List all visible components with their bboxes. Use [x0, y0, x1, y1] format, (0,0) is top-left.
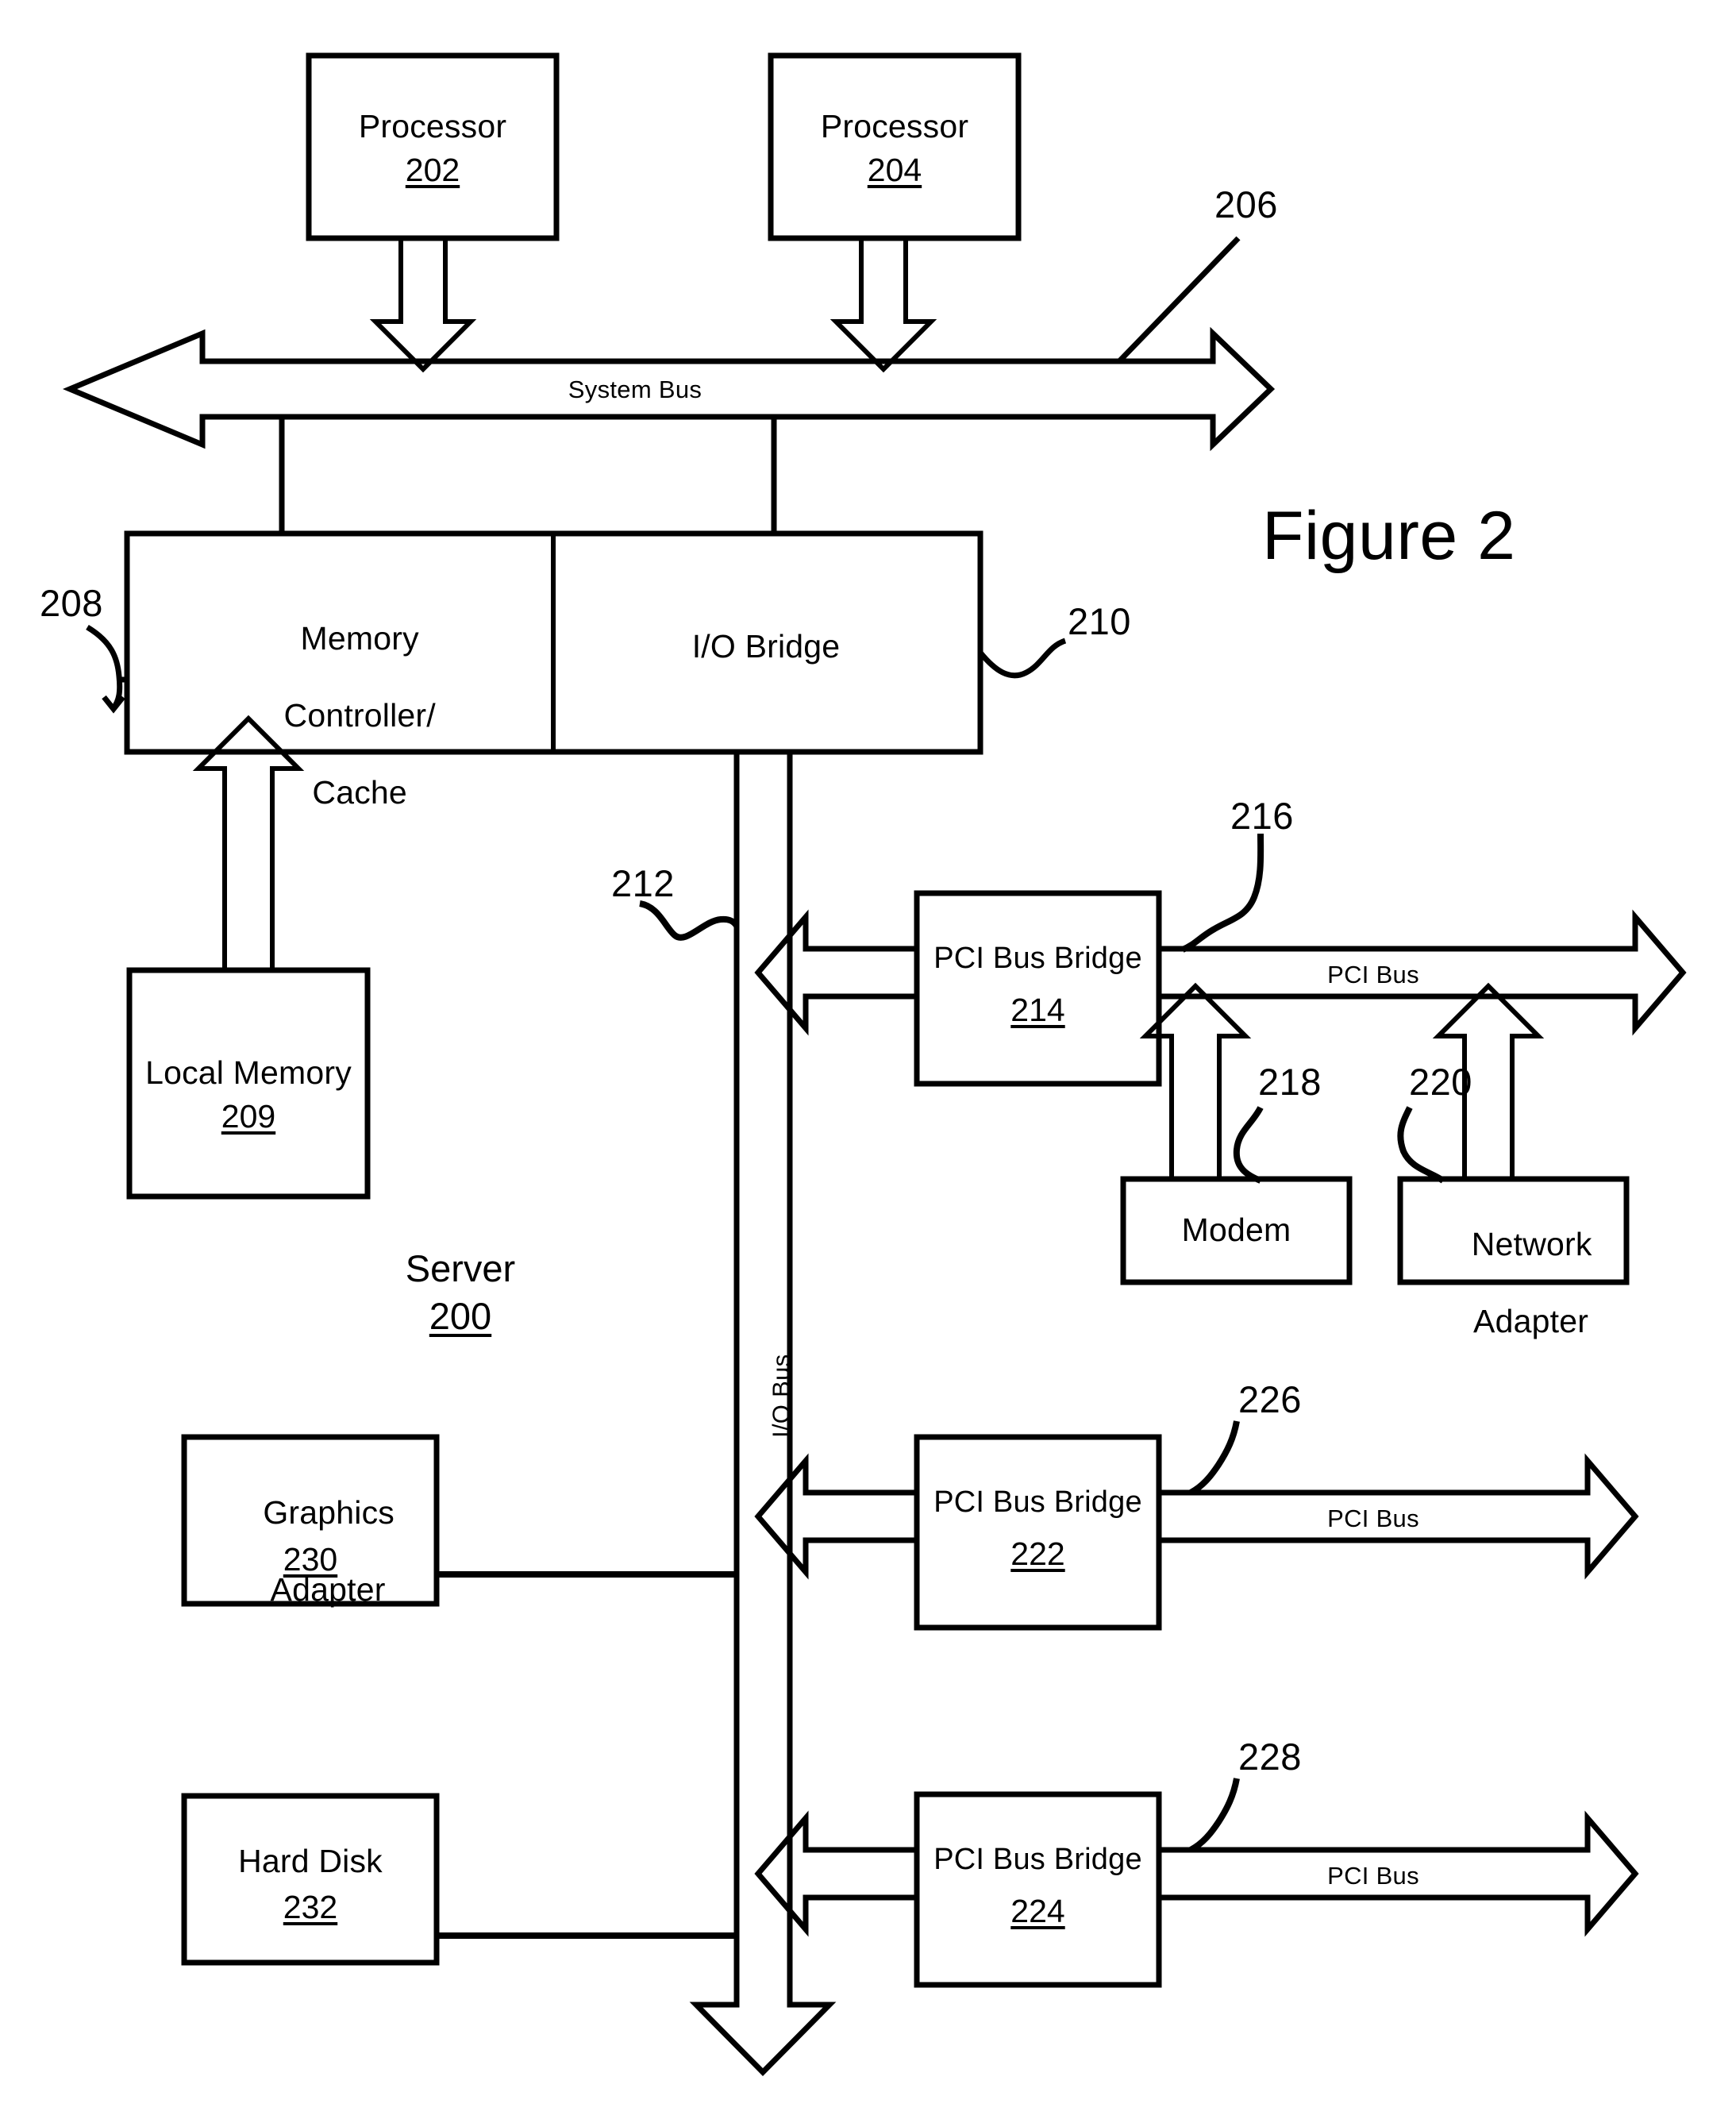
pci-bus-3-label: PCI Bus: [1327, 1862, 1419, 1890]
pci-bus-2-band: [754, 1453, 1639, 1580]
pci-bus-3-band: [754, 1810, 1639, 1937]
server-ref: 200: [429, 1295, 492, 1337]
hard-disk-label: Hard Disk: [238, 1843, 383, 1879]
local-memory-ref: 209: [221, 1098, 276, 1135]
leader-212: [638, 900, 740, 941]
leader-220: [1397, 1106, 1445, 1184]
processor-204-ref: 204: [867, 152, 922, 188]
pci-bus-2-label: PCI Bus: [1327, 1505, 1419, 1532]
leader-228: [1189, 1778, 1240, 1853]
callout-218: 218: [1258, 1061, 1322, 1103]
leader-218: [1233, 1106, 1264, 1184]
callout-216: 216: [1230, 795, 1294, 837]
leader-210: [978, 638, 1067, 679]
server-label: Server: [405, 1247, 516, 1289]
callout-210: 210: [1068, 600, 1131, 642]
callout-212: 212: [611, 862, 675, 904]
hard-disk-ref: 232: [283, 1889, 338, 1925]
pci-bus-bridge-222-ref: 222: [1010, 1535, 1065, 1572]
io-bus-label: I/O Bus: [767, 1354, 795, 1439]
netadapter-line-2: Adapter: [1473, 1303, 1589, 1340]
arrow-processor202-to-systembus: [369, 238, 477, 373]
processor-202-label: Processor: [358, 108, 507, 144]
callout-228: 228: [1238, 1736, 1302, 1778]
patent-figure-2: Processor 202 Processor 204 206 System B…: [0, 0, 1736, 2123]
processor-202-ref: 202: [405, 152, 460, 188]
memctl-line-2: Controller/: [283, 697, 436, 734]
leader-226: [1189, 1420, 1240, 1496]
pci-bus-bridge-222-box: [914, 1434, 1162, 1631]
callout-208: 208: [40, 582, 103, 624]
pci-bus-bridge-224-ref: 224: [1010, 1893, 1065, 1929]
leader-208: [86, 624, 123, 711]
system-bus-label: System Bus: [568, 376, 702, 403]
pci-bus-bridge-224-label: PCI Bus Bridge: [933, 1843, 1142, 1876]
graphics-adapter-ref: 230: [283, 1541, 338, 1578]
pci-bus-1-label: PCI Bus: [1327, 961, 1419, 988]
netadapter-line-1: Network: [1471, 1226, 1592, 1263]
pci-bus-bridge-214-box: [914, 890, 1162, 1087]
pci-bus-bridge-224-box: [914, 1791, 1162, 1988]
callout-220: 220: [1409, 1061, 1472, 1103]
processor-204-box: [768, 52, 1022, 241]
pci-bus-bridge-222-label: PCI Bus Bridge: [933, 1485, 1142, 1519]
pci-bus-bridge-214-label: PCI Bus Bridge: [933, 942, 1142, 975]
graphics-line-1: Graphics: [263, 1494, 395, 1532]
callout-226: 226: [1238, 1378, 1302, 1420]
network-adapter-label: Network Adapter: [1400, 1187, 1626, 1379]
local-memory-label: Local Memory: [145, 1054, 352, 1091]
figure-title: Figure 2: [1262, 498, 1516, 574]
io-bridge-label: I/O Bridge: [691, 628, 841, 665]
processor-204-label: Processor: [820, 108, 969, 144]
memctl-line-1: Memory: [300, 620, 419, 657]
arrow-processor204-to-systembus: [830, 238, 937, 373]
memory-controller-cache-label: Memory Controller/ Cache: [151, 581, 532, 850]
callout-206: 206: [1214, 183, 1278, 225]
memctl-line-3: Cache: [312, 773, 407, 811]
modem-label: Modem: [1181, 1212, 1291, 1248]
pci-bus-bridge-214-ref: 214: [1010, 992, 1065, 1028]
leader-216: [1181, 833, 1264, 953]
processor-202-box: [306, 52, 560, 241]
